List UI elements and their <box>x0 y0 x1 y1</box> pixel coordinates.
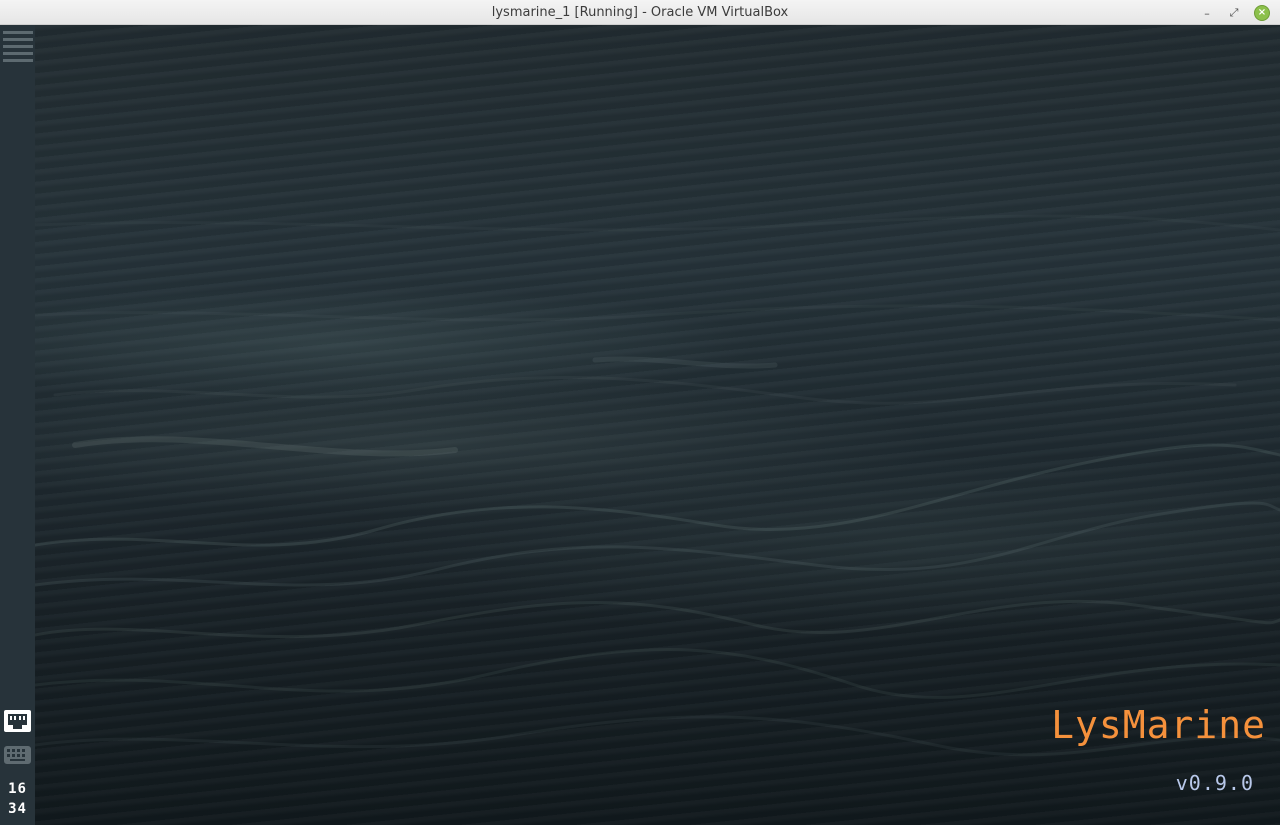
clock-minutes: 34 <box>8 801 27 817</box>
minimize-button[interactable]: – <box>1198 4 1216 22</box>
minimize-icon: – <box>1204 6 1210 20</box>
keyboard-icon[interactable] <box>3 745 32 765</box>
window-title: lysmarine_1 [Running] - Oracle VM Virtua… <box>491 5 789 20</box>
window-titlebar[interactable]: lysmarine_1 [Running] - Oracle VM Virtua… <box>0 0 1280 25</box>
maximize-button[interactable]: ⤢ <box>1225 4 1243 22</box>
clock-hours: 16 <box>8 781 27 797</box>
brand-name: LysMarine <box>1051 703 1266 747</box>
guest-screen[interactable]: 16 34 LysMarine v0.9.0 <box>0 25 1280 825</box>
side-panel: 16 34 <box>0 25 35 825</box>
maximize-icon: ⤢ <box>1229 6 1239 19</box>
panel-clock[interactable]: 16 34 <box>0 779 35 819</box>
menu-button[interactable] <box>3 29 33 62</box>
close-icon: × <box>1254 5 1270 21</box>
version-label: v0.9.0 <box>1175 771 1254 795</box>
close-button[interactable]: × <box>1253 4 1271 22</box>
virtualbox-window: lysmarine_1 [Running] - Oracle VM Virtua… <box>0 0 1280 825</box>
network-icon[interactable] <box>3 709 32 733</box>
